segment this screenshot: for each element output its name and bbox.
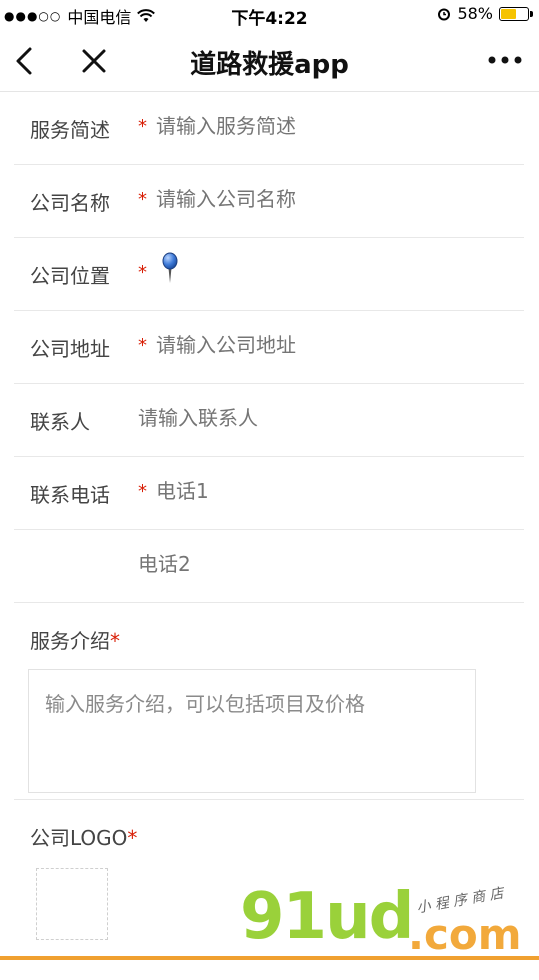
- contact-phone-label: 联系电话: [30, 483, 110, 507]
- battery-icon: [499, 6, 533, 21]
- row-company-name: 公司名称 *: [14, 165, 524, 238]
- more-options-icon[interactable]: [487, 52, 523, 68]
- row-company-location: 公司位置 *: [14, 238, 524, 311]
- service-intro-label-text: 服务介绍: [30, 629, 110, 653]
- bottom-accent-bar: [0, 956, 539, 960]
- back-arrow-icon[interactable]: [12, 45, 40, 77]
- company-address-label: 公司地址: [30, 337, 110, 361]
- company-name-input[interactable]: [156, 187, 496, 211]
- company-logo-label: 公司LOGO*: [30, 822, 137, 851]
- battery-percent: 58%: [457, 4, 493, 23]
- watermark-brand: 91ud: [240, 880, 414, 954]
- phone-1-input[interactable]: [156, 479, 496, 503]
- row-contact-person: 联系人: [14, 384, 524, 457]
- service-summary-label: 服务简述: [30, 118, 110, 142]
- required-mark: *: [110, 629, 120, 653]
- section-service-intro: 服务介绍* 输入服务介绍，可以包括项目及价格: [14, 603, 524, 800]
- service-intro-label: 服务介绍*: [30, 625, 120, 654]
- status-bar: ●●●○○ 中国电信 下午4:22 58%: [0, 0, 539, 30]
- carrier-name: 中国电信: [67, 8, 132, 27]
- company-name-label: 公司名称: [30, 191, 110, 215]
- row-service-summary: 服务简述 *: [14, 92, 524, 165]
- required-mark: *: [138, 481, 147, 502]
- watermark: 91ud 小 程 序 商 店 .com: [240, 880, 539, 960]
- navigation-bar: 道路救援app: [0, 30, 539, 92]
- alarm-icon: [438, 8, 451, 20]
- battery-fill: [501, 8, 516, 19]
- company-logo-label-text: 公司LOGO: [30, 826, 128, 850]
- row-company-address: 公司地址 *: [14, 311, 524, 384]
- required-mark: *: [138, 116, 147, 137]
- contact-person-label: 联系人: [30, 410, 90, 434]
- company-location-label: 公司位置: [30, 264, 110, 288]
- watermark-domain: .com: [408, 910, 522, 959]
- required-mark: *: [138, 189, 147, 210]
- contact-person-input[interactable]: [138, 406, 478, 430]
- signal-strength: ●●●○○: [4, 9, 62, 23]
- service-intro-placeholder: 输入服务介绍，可以包括项目及价格: [45, 692, 365, 716]
- required-mark: *: [138, 262, 147, 283]
- service-intro-textarea[interactable]: 输入服务介绍，可以包括项目及价格: [28, 669, 476, 793]
- row-contact-phone: 联系电话 *: [14, 457, 524, 530]
- wifi-icon: [137, 9, 156, 22]
- map-pin-icon[interactable]: [160, 252, 180, 284]
- service-form: 服务简述 * 公司名称 * 公司位置 * 公司地址 * 联系人: [0, 92, 539, 980]
- company-address-input[interactable]: [156, 333, 496, 357]
- row-phone-2: [14, 530, 524, 603]
- phone-2-input[interactable]: [138, 552, 478, 576]
- required-mark: *: [138, 335, 147, 356]
- status-right: 58%: [437, 4, 533, 23]
- required-mark: *: [127, 826, 138, 850]
- status-left: ●●●○○ 中国电信: [4, 4, 156, 28]
- logo-upload-box[interactable]: [36, 868, 108, 940]
- service-summary-input[interactable]: [156, 114, 496, 138]
- close-icon[interactable]: [80, 47, 108, 75]
